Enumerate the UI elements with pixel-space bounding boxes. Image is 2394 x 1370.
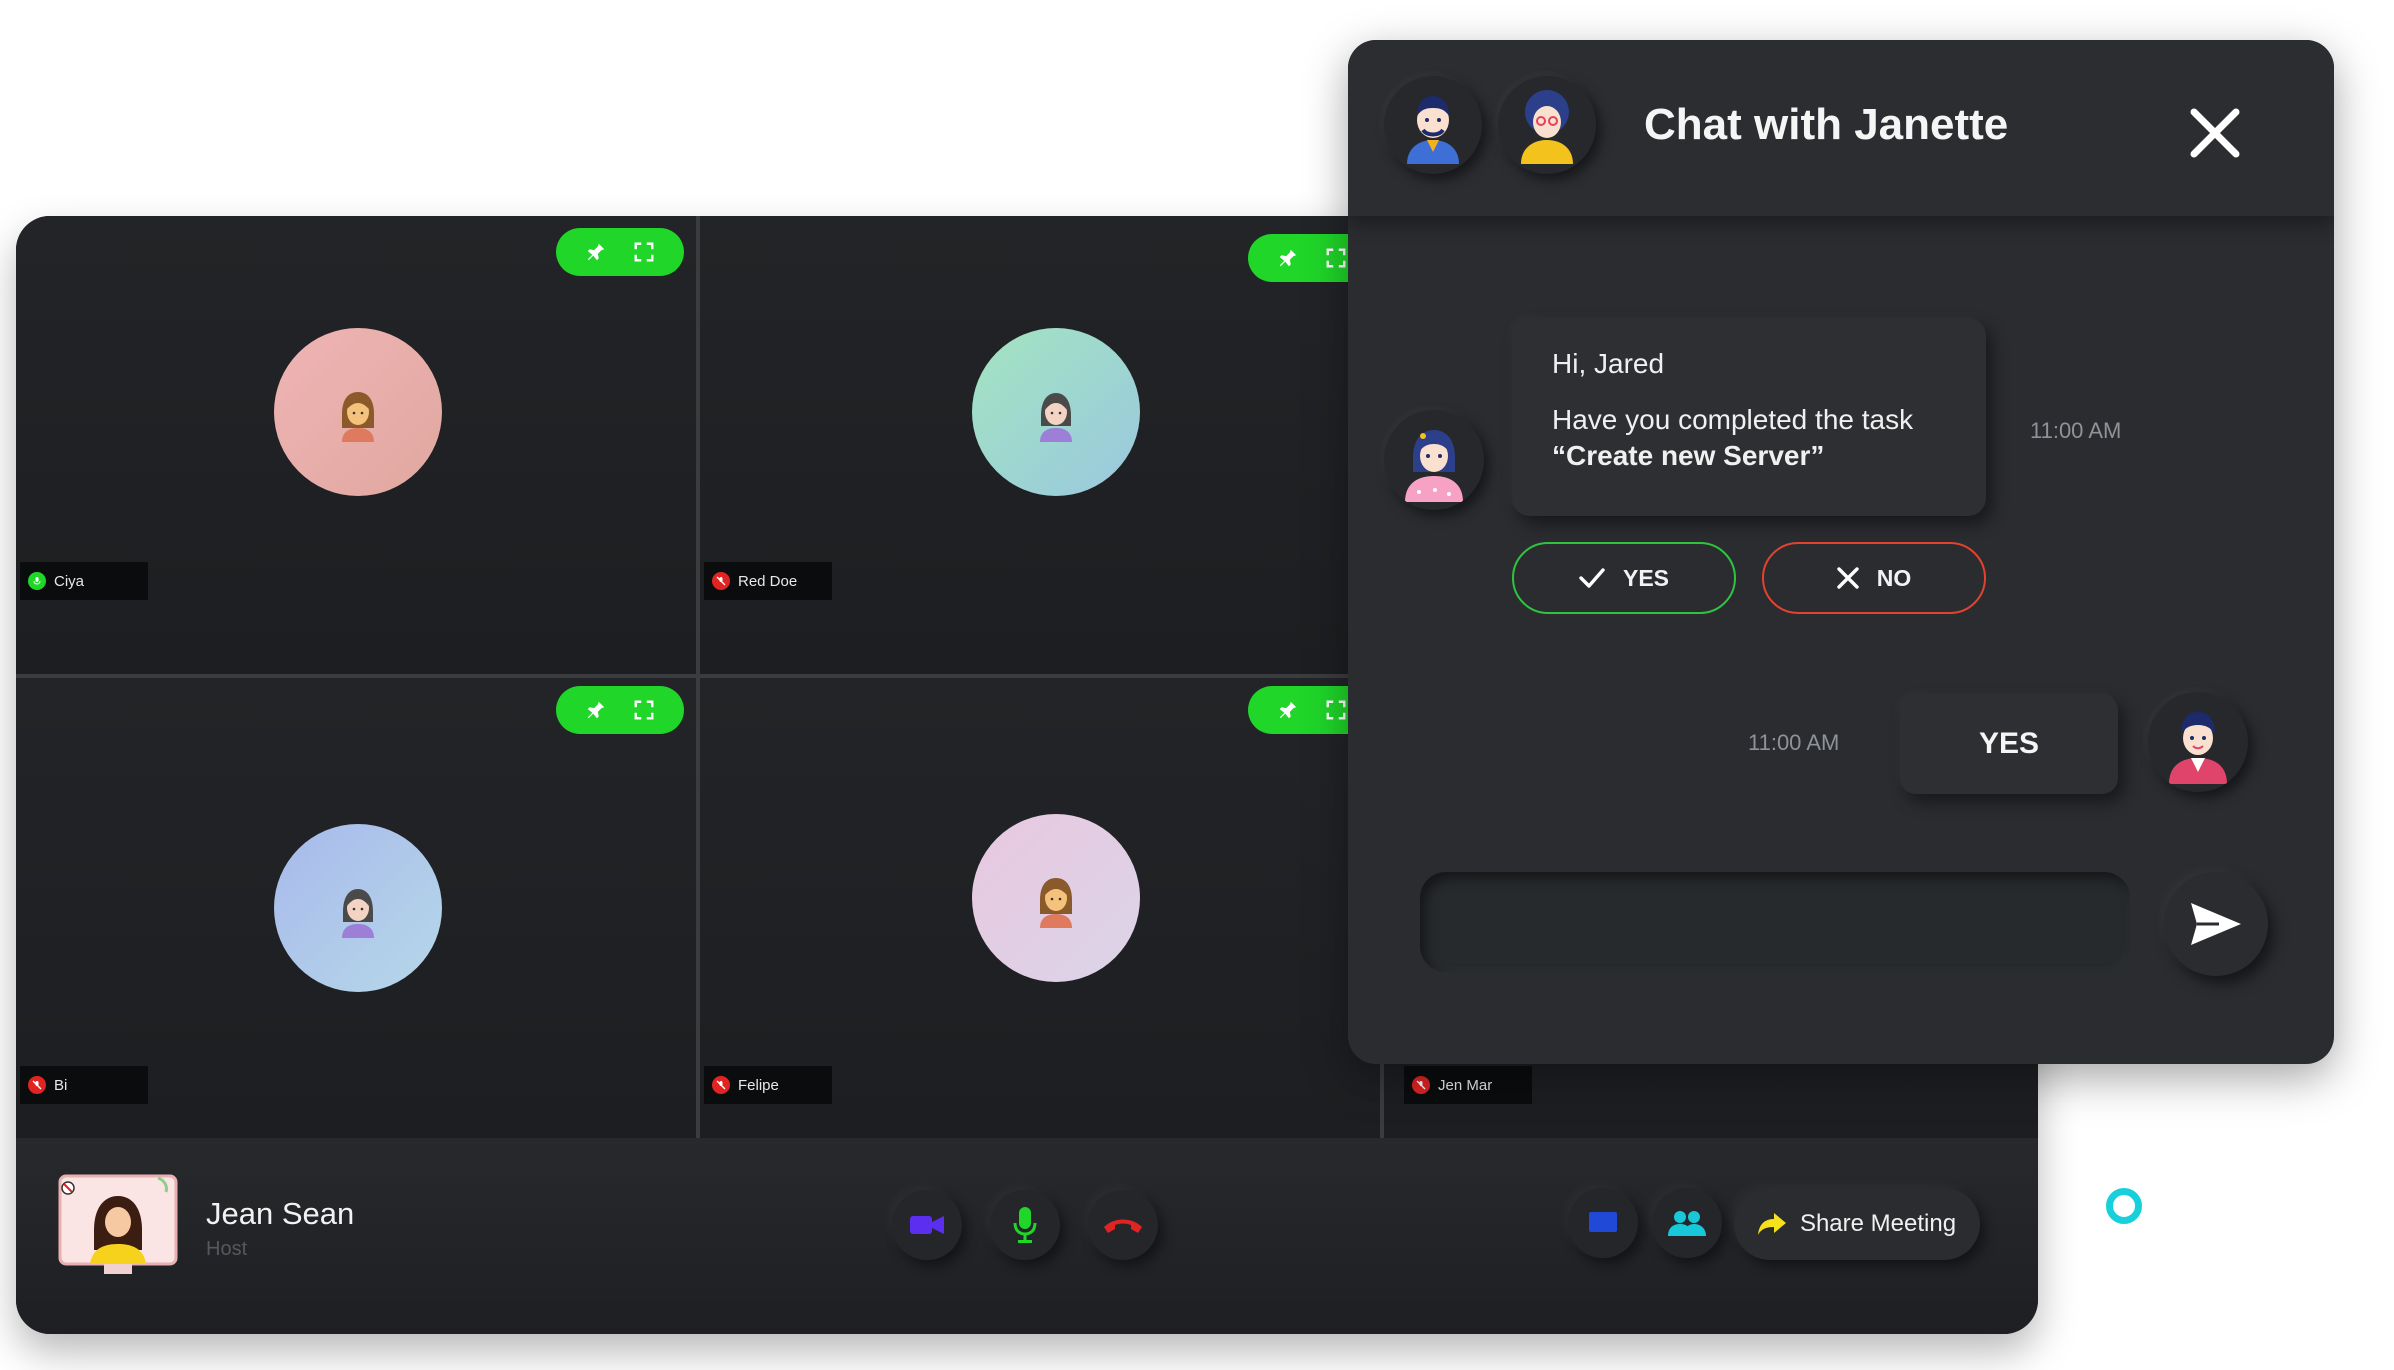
pin-icon[interactable]	[581, 237, 611, 267]
share-arrow-icon	[1757, 1213, 1786, 1235]
chat-header: Chat with Janette	[1348, 40, 2334, 216]
pin-icon[interactable]	[1273, 243, 1303, 273]
fullscreen-icon[interactable]	[629, 695, 659, 725]
name-tag: Felipe	[704, 1066, 832, 1104]
avatar	[972, 328, 1140, 496]
send-icon	[2191, 903, 2241, 945]
participants-icon	[1668, 1211, 1706, 1236]
participant-tile-red-doe[interactable]: Red Doe	[700, 216, 1380, 674]
end-call-icon	[1104, 1219, 1142, 1233]
mic-muted-icon	[28, 1076, 46, 1094]
participant-name: Jen Mar	[1438, 1076, 1493, 1094]
pin-icon[interactable]	[581, 695, 611, 725]
check-icon	[1579, 568, 1605, 588]
participant-name: Felipe	[738, 1076, 779, 1094]
message-task-name: “Create new Server”	[1552, 440, 1825, 471]
participant-tile-ciya[interactable]: Ciya	[16, 216, 696, 674]
name-tag: Red Doe	[704, 562, 832, 600]
avatar	[1384, 410, 1484, 510]
outgoing-message-bubble: YES	[1900, 694, 2118, 794]
end-call-button[interactable]	[1088, 1190, 1158, 1260]
woman-avatar-icon	[342, 889, 374, 938]
mic-muted-icon	[712, 572, 730, 590]
send-message-button[interactable]	[2164, 872, 2268, 976]
video-camera-icon	[910, 1216, 944, 1234]
answer-no-label: NO	[1876, 564, 1912, 591]
host-role: Host	[206, 1238, 248, 1260]
chat-toggle-button[interactable]	[1568, 1188, 1638, 1258]
fullscreen-icon[interactable]	[629, 237, 659, 267]
close-icon[interactable]	[2186, 104, 2244, 162]
message-question: Have you completed the task	[1552, 404, 1914, 435]
woman-avatar-icon	[342, 392, 374, 442]
outgoing-message-text: YES	[1978, 727, 2040, 760]
chat-panel: Chat with Janette Hi, Jared Have you com…	[1348, 40, 2334, 1064]
avatar	[1384, 76, 1482, 174]
avatar	[274, 824, 442, 992]
video-toggle-button[interactable]	[892, 1190, 962, 1260]
name-tag: Jen Mar	[1404, 1066, 1532, 1104]
mic-on-icon	[28, 572, 46, 590]
microphone-icon	[1013, 1207, 1037, 1243]
share-meeting-label: Share Meeting	[1799, 1210, 1957, 1237]
answer-yes-label: YES	[1622, 564, 1670, 591]
chat-icon	[1589, 1212, 1617, 1232]
name-tag: Ciya	[20, 562, 148, 600]
tile-controls	[556, 686, 684, 734]
woman-avatar-icon	[1040, 878, 1072, 928]
share-meeting-button[interactable]: Share Meeting	[1734, 1188, 1980, 1260]
fullscreen-icon[interactable]	[1321, 243, 1351, 273]
outgoing-timestamp: 11:00 AM	[1748, 730, 1840, 755]
avatar	[2148, 692, 2248, 792]
woman-avatar-icon	[1040, 393, 1072, 442]
incoming-message-bubble: Hi, Jared Have you completed the task “C…	[1512, 318, 1986, 516]
decorative-ring	[2106, 1188, 2142, 1224]
incoming-timestamp: 11:00 AM	[2030, 418, 2122, 443]
mic-muted-icon	[1412, 1076, 1430, 1094]
participant-tile-felipe[interactable]: Felipe	[700, 678, 1380, 1138]
avatar	[1498, 76, 1596, 174]
name-tag: Bi	[20, 1066, 148, 1104]
answer-yes-button[interactable]: YES	[1512, 542, 1736, 614]
answer-no-button[interactable]: NO	[1762, 542, 1986, 614]
host-name: Jean Sean	[206, 1196, 355, 1231]
participants-button[interactable]	[1652, 1188, 1722, 1258]
chat-message-input[interactable]	[1420, 872, 2130, 972]
participant-tile-bi[interactable]: Bi	[16, 678, 696, 1138]
host-thumbnail	[54, 1170, 182, 1278]
avatar	[972, 814, 1140, 982]
participant-name: Ciya	[54, 572, 85, 590]
avatar	[274, 328, 442, 496]
close-icon	[1837, 567, 1859, 589]
tile-controls	[556, 228, 684, 276]
message-greeting: Hi, Jared	[1552, 348, 1665, 379]
meeting-control-bar: Jean Sean Host Share Meeting	[16, 1138, 2038, 1334]
fullscreen-icon[interactable]	[1321, 695, 1351, 725]
participant-name: Bi	[54, 1076, 68, 1094]
mic-muted-icon	[712, 1076, 730, 1094]
microphone-toggle-button[interactable]	[990, 1190, 1060, 1260]
chat-title: Chat with Janette	[1644, 100, 2009, 149]
participant-name: Red Doe	[738, 572, 798, 590]
pin-icon[interactable]	[1273, 695, 1303, 725]
